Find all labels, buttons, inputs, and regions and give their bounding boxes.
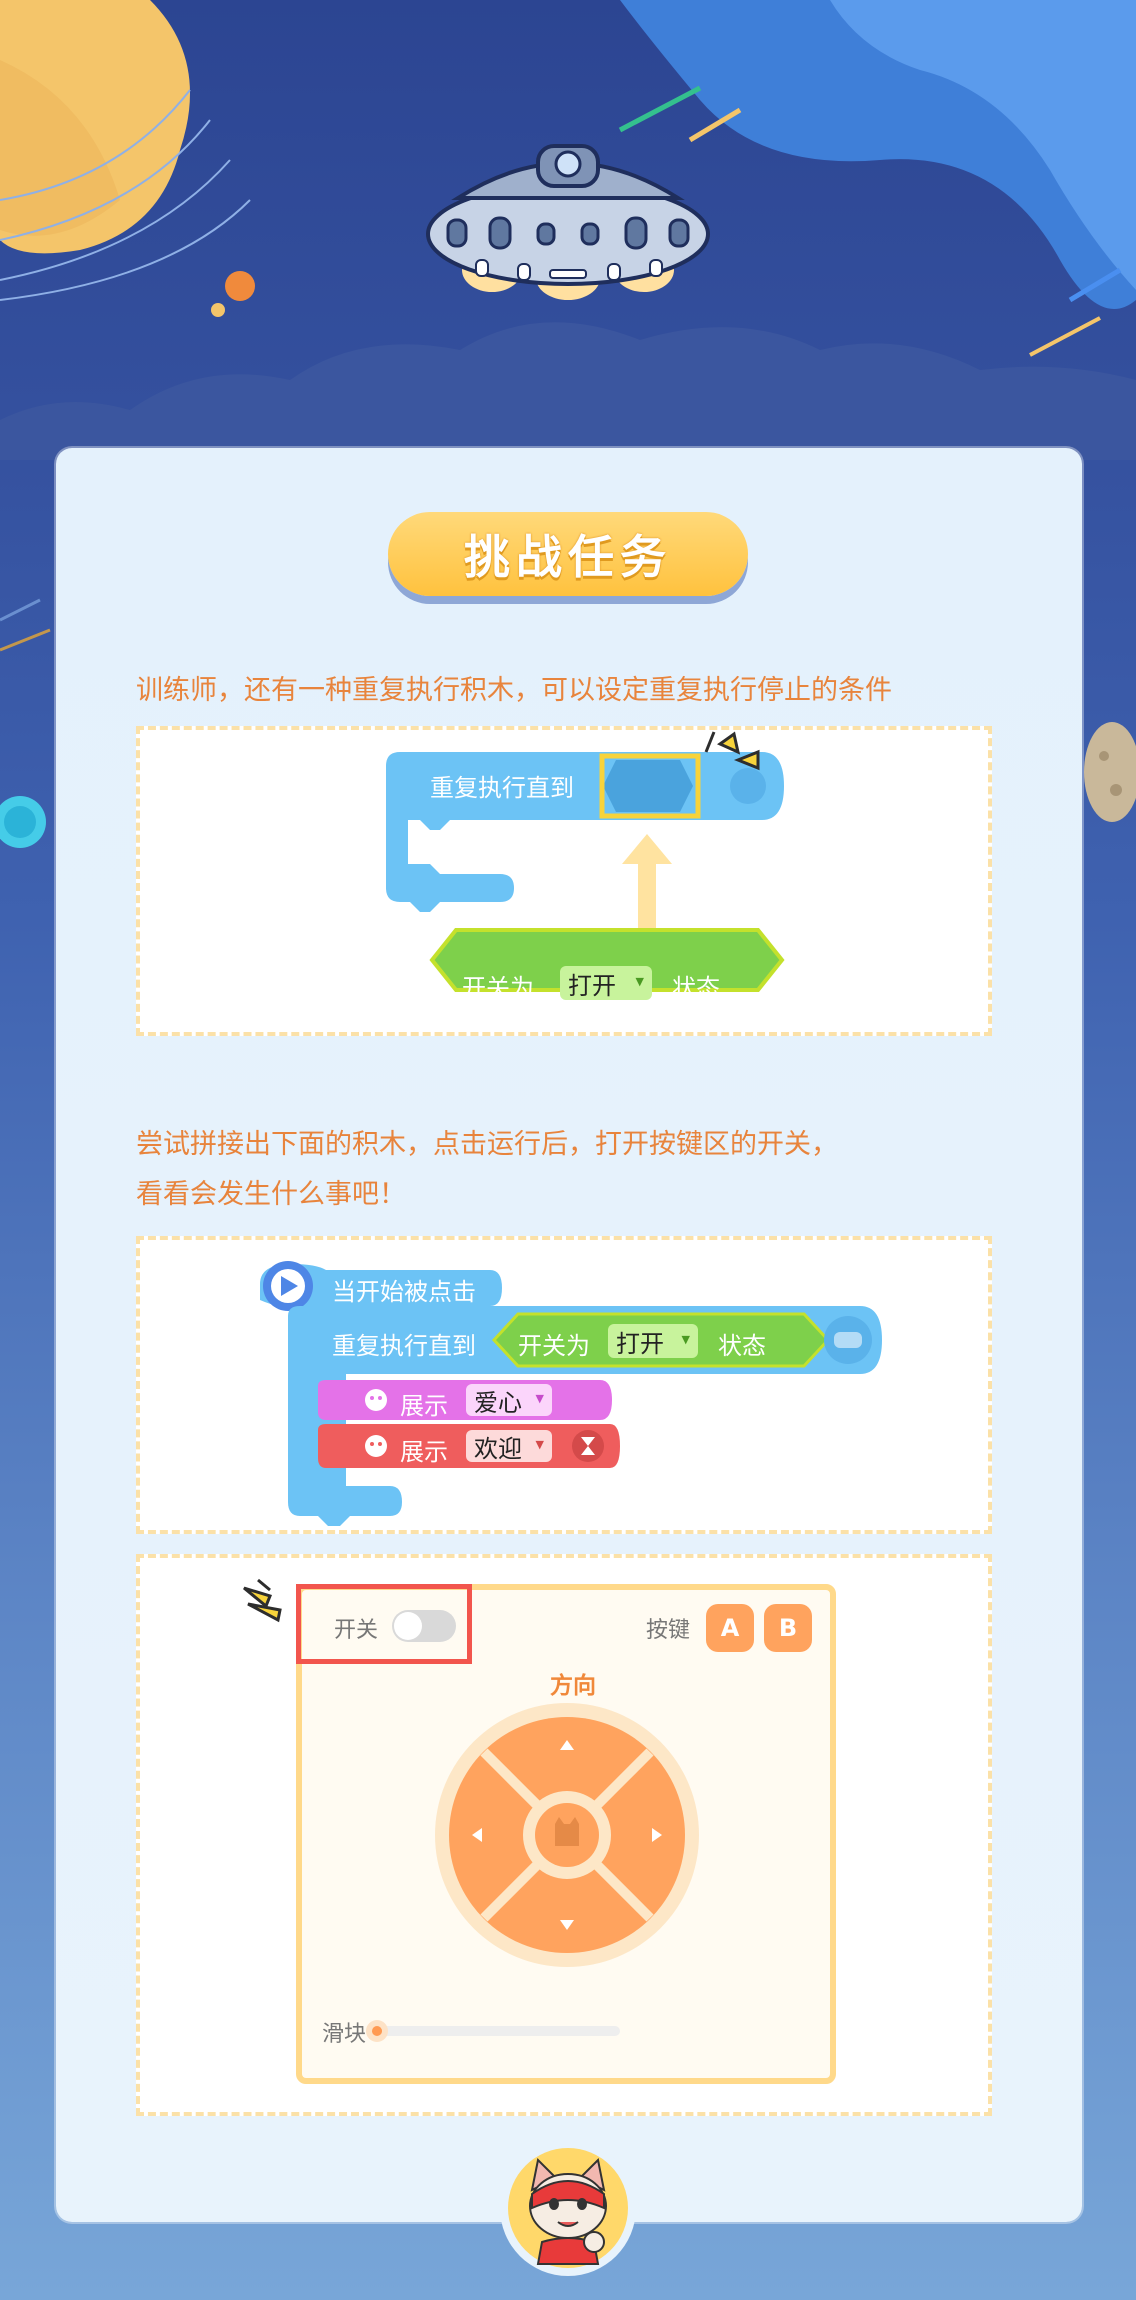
slider-label: 滑块: [322, 2022, 367, 2047]
switch-state-dropdown[interactable]: 打开 ▼: [560, 966, 652, 1000]
repeat-until-label-2: 重复执行直到: [332, 1332, 476, 1360]
page-title: 挑战任务: [464, 530, 672, 584]
show-welcome-dropdown[interactable]: 欢迎 ▼: [466, 1430, 552, 1463]
switch-state-value: 打开: [568, 971, 616, 1000]
program-block-area: 当开始被点击 重复执行直到 开关为 打开 ▼ 状态 展示 爱心 ▼ 展示 欢迎 …: [136, 1236, 992, 1534]
ufo-illustration: [426, 144, 710, 300]
slider-track[interactable]: [374, 2026, 620, 2036]
show-heart-dropdown[interactable]: 爱心 ▼: [466, 1384, 552, 1417]
switch-condition-suffix: 状态: [672, 974, 720, 1002]
repeat-until-label: 重复执行直到: [430, 774, 574, 802]
switch-condition-suffix-2: 状态: [718, 1332, 766, 1360]
direction-label: 方向: [550, 1673, 596, 1699]
show-welcome-value: 欢迎: [474, 1434, 522, 1463]
key-b-button[interactable]: B: [764, 1604, 812, 1652]
when-start-clicked-label: 当开始被点击: [332, 1278, 476, 1306]
mascot-avatar: [500, 2140, 636, 2276]
show-heart-value: 爱心: [474, 1388, 522, 1417]
switch-knob: [394, 1612, 422, 1640]
slider-handle-dot: [372, 2026, 382, 2036]
switch-label: 开关: [334, 1618, 379, 1643]
switch-state-dropdown-2[interactable]: 打开 ▼: [608, 1324, 698, 1358]
show-welcome-label: 展示: [400, 1438, 448, 1466]
switch-toggle[interactable]: [392, 1610, 456, 1642]
challenge-title-badge: 挑战任务: [388, 512, 748, 596]
dropdown-arrow-icon: ▼: [635, 975, 644, 988]
sparkle-icon: [243, 1578, 282, 1623]
task-paragraph-line1: 尝试拼接出下面的积木，点击运行后，打开按键区的开关，: [136, 1129, 838, 1160]
example-block-area: 重复执行直到 开关为 打开 ▼ 状态: [136, 726, 992, 1036]
show-heart-label: 展示: [400, 1392, 448, 1420]
task-paragraph-line2: 看看会发生什么事吧！: [136, 1179, 406, 1210]
switch-condition-label-2: 开关为: [518, 1332, 590, 1360]
key-a-button[interactable]: A: [706, 1604, 754, 1652]
direction-pad[interactable]: [432, 1700, 702, 1970]
program-blocks-graphic: [260, 1261, 882, 1526]
controller-panel: 开关 按键 A B 方向 滑块: [296, 1584, 836, 2084]
switch-condition-label: 开关为: [462, 974, 534, 1002]
intro-paragraph: 训练师，还有一种重复执行积木，可以设定重复执行停止的条件: [136, 675, 892, 706]
keys-label: 按键: [646, 1618, 691, 1643]
dropdown-arrow-icon: ▼: [535, 1438, 544, 1451]
switch-state-value-2: 打开: [616, 1329, 664, 1358]
slider-handle[interactable]: [366, 2020, 388, 2042]
dropdown-arrow-icon: ▼: [681, 1333, 690, 1346]
dropdown-arrow-icon: ▼: [535, 1392, 544, 1405]
